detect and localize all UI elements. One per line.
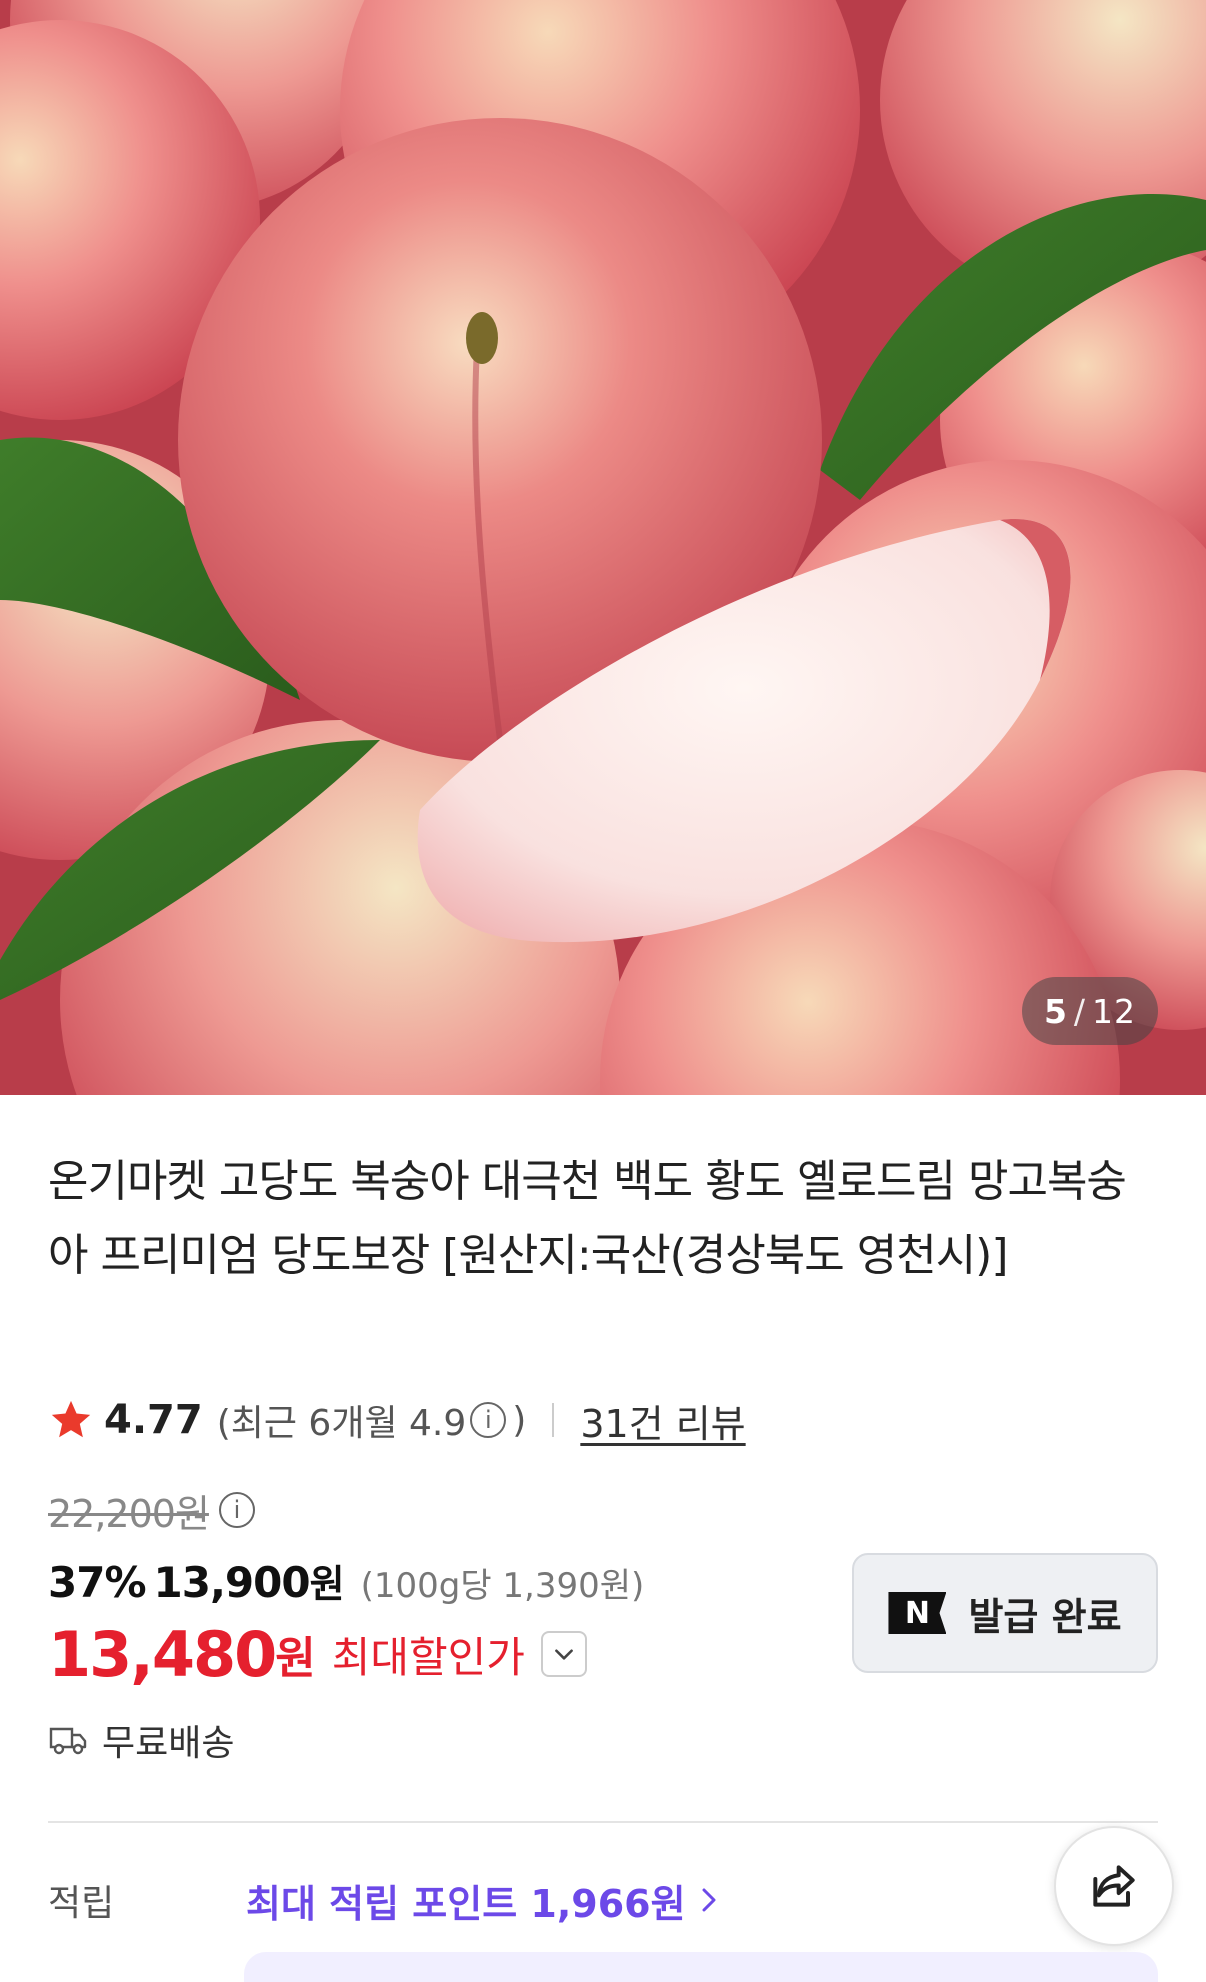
discount-rate: 37%: [48, 1558, 147, 1607]
counter-separator: /: [1073, 991, 1087, 1031]
sale-currency: 원: [309, 1562, 345, 1606]
original-price-row: 22,200원 i: [48, 1485, 261, 1536]
original-price: 22,200원: [48, 1491, 210, 1536]
recent-rating: (최근 6개월 4.9: [216, 1403, 467, 1444]
share-icon: [1093, 1865, 1135, 1907]
naver-n-icon: N: [888, 1592, 947, 1634]
unit-price: (100g당 1,390원): [360, 1566, 645, 1606]
coupon-label: 발급 완료: [968, 1594, 1122, 1639]
recent-rating-close: ): [512, 1399, 527, 1441]
points-promo-banner[interactable]: [244, 1952, 1158, 1982]
shipping-row: 무료배송: [48, 1713, 234, 1767]
max-discount-label: 최대할인가: [331, 1632, 525, 1682]
price-info-icon[interactable]: i: [218, 1492, 255, 1528]
sale-price: 13,900: [153, 1558, 311, 1607]
max-points-link[interactable]: 최대 적립 포인트 1,966원: [246, 1873, 720, 1928]
coupon-issued-button[interactable]: N 발급 완료: [852, 1553, 1158, 1673]
counter-current: 5: [1043, 991, 1068, 1031]
star-icon: [51, 1400, 91, 1438]
max-discount-price: 13,480: [48, 1617, 277, 1691]
shipping-label: 무료배송: [102, 1723, 235, 1764]
info-icon[interactable]: i: [470, 1402, 507, 1438]
rating-score: 4.77: [104, 1397, 203, 1443]
image-counter: 5 / 12: [1022, 977, 1158, 1045]
max-discount-row[interactable]: 13,480 원 최대할인가: [48, 1614, 587, 1694]
sale-price-row: 37% 13,900 원 (100g당 1,390원): [48, 1553, 644, 1613]
share-button[interactable]: [1054, 1826, 1174, 1946]
rating-row: 4.77 (최근 6개월 4.9 i ) 31건 리뷰: [48, 1393, 746, 1448]
counter-total: 12: [1092, 991, 1137, 1031]
chevron-right-icon: [702, 1888, 716, 1912]
truck-icon: [49, 1727, 87, 1755]
points-row: 적립 최대 적립 포인트 1,966원: [48, 1872, 720, 1928]
max-points-text: 최대 적립 포인트 1,966원: [246, 1881, 686, 1926]
chevron-down-icon[interactable]: [540, 1631, 587, 1677]
points-label: 적립: [48, 1883, 115, 1924]
reviews-link[interactable]: 31건 리뷰: [580, 1393, 745, 1448]
peach-photo: [0, 0, 1206, 1095]
product-image-carousel[interactable]: 5 / 12: [0, 0, 1206, 1095]
product-title: 온기마켓 고당도 복숭아 대극천 백도 황도 옐로드림 망고복숭아 프리미엄 당…: [48, 1156, 1127, 1281]
divider: [552, 1403, 555, 1437]
section-divider: [48, 1821, 1158, 1823]
max-discount-currency: 원: [275, 1633, 316, 1684]
